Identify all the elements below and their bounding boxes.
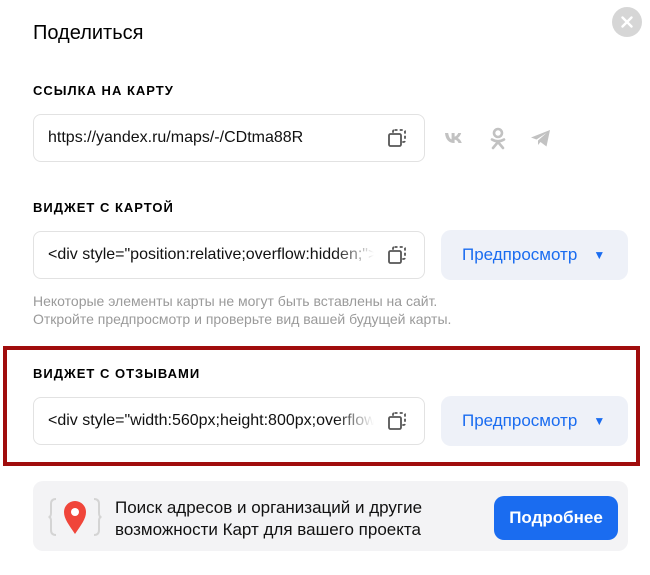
reviews-widget-label: ВИДЖЕТ С ОТЗЫВАМИ [33, 366, 201, 381]
promo-text: Поиск адресов и организаций и другие воз… [115, 497, 422, 541]
reviews-widget-preview-button[interactable]: Предпросмотр ▼ [441, 396, 628, 446]
note-line: Некоторые элементы карты не могут быть в… [33, 293, 438, 309]
map-widget-code-field[interactable]: <div style="position:relative;overflow:h… [33, 231, 425, 279]
promo-text-line: Поиск адресов и организаций и другие [115, 498, 423, 517]
chevron-down-icon: ▼ [593, 414, 606, 428]
map-link-value[interactable]: https://yandex.ru/maps/-/CDtma88R [48, 129, 374, 147]
telegram-icon[interactable] [529, 126, 553, 150]
close-icon [621, 16, 633, 28]
promo-text-line: возможности Карт для вашего проекта [115, 520, 421, 539]
preview-label: Предпросмотр [462, 411, 578, 430]
preview-label: Предпросмотр [462, 245, 578, 264]
note-line: Откройте предпросмотр и проверьте вид ва… [33, 311, 452, 327]
map-widget-code-value[interactable]: <div style="position:relative;overflow:h… [48, 246, 374, 264]
copy-icon[interactable] [386, 410, 408, 432]
map-link-field[interactable]: https://yandex.ru/maps/-/CDtma88R [33, 114, 425, 162]
map-widget-label: ВИДЖЕТ С КАРТОЙ [33, 200, 174, 215]
map-widget-preview-button[interactable]: Предпросмотр ▼ [441, 230, 628, 280]
dialog-title: Поделиться [33, 22, 144, 44]
copy-icon[interactable] [386, 127, 408, 149]
link-section-label: ССЫЛКА НА КАРТУ [33, 83, 174, 98]
close-button[interactable] [612, 7, 642, 37]
chevron-down-icon: ▼ [593, 248, 606, 262]
odnoklassniki-icon[interactable] [486, 126, 510, 150]
map-pin-icon [48, 498, 102, 536]
copy-icon[interactable] [386, 244, 408, 266]
more-details-button[interactable]: Подробнее [494, 496, 618, 540]
api-promo-banner: Поиск адресов и организаций и другие воз… [33, 481, 628, 551]
vk-icon[interactable] [443, 126, 467, 150]
reviews-widget-code-field[interactable]: <div style="width:560px;height:800px;ove… [33, 397, 425, 445]
map-widget-note: Некоторые элементы карты не могут быть в… [33, 292, 451, 328]
reviews-widget-code-value[interactable]: <div style="width:560px;height:800px;ove… [48, 412, 374, 430]
